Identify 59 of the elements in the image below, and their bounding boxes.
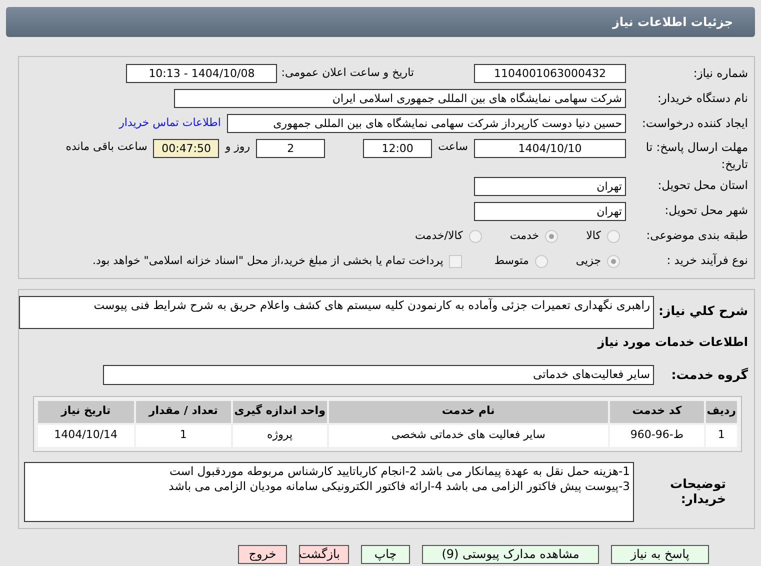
- action-button[interactable]: مشاهده مدارک پیوستی (9): [422, 544, 599, 564]
- deadline-date-field: 1404/10/10: [474, 139, 626, 158]
- field-label: ساعت باقی مانده: [66, 139, 148, 155]
- checkbox-label: پرداخت تمام یا بخشی از مبلغ خرید،از محل "اسناد خزانه اسلامی" خواهد بود.: [92, 252, 444, 269]
- deadline-time-field: 12:00: [363, 139, 432, 158]
- creator-field: حسین دنیا دوست کارپرداز شرکت سهامی نمایشگاه های بین المللی جمهوری: [227, 114, 626, 133]
- field-label: شماره نیاز:: [692, 64, 749, 82]
- option-label: کالا/خدمت: [415, 228, 463, 244]
- field-label: روز و: [225, 139, 250, 155]
- checkbox[interactable]: [449, 254, 462, 268]
- column-header: تعداد / مقدار: [136, 400, 232, 422]
- table-cell: سایر فعالیت های خدماتی شخصی: [328, 424, 608, 446]
- field-label: گروه خدمت:: [670, 366, 749, 384]
- column-header: تاریخ نیاز: [38, 400, 134, 422]
- action-button[interactable]: پاسخ به نیاز: [611, 544, 709, 564]
- field-label: توضیحات خریدار:: [669, 474, 727, 506]
- table-cell: ط-96-960: [610, 424, 704, 446]
- radio-button[interactable]: [545, 230, 558, 242]
- province-field: تهران: [474, 176, 626, 196]
- city-field: تهران: [474, 202, 626, 220]
- option-label: متوسط: [494, 252, 529, 269]
- page-title: جزئیات اطلاعات نیاز: [612, 14, 733, 31]
- field-label: تاریخ و ساعت اعلان عمومی:: [281, 65, 414, 82]
- column-header: واحد اندازه گیری: [233, 400, 327, 422]
- table-cell: 1: [706, 424, 737, 446]
- option-label: جزیی: [576, 252, 601, 269]
- table-cell: 1: [136, 424, 232, 446]
- action-button[interactable]: چاپ: [361, 544, 410, 564]
- column-header: ردیف: [706, 400, 737, 422]
- section-heading: اطلاعات خدمات مورد نیاز: [596, 334, 749, 351]
- field-label: استان محل تحویل:: [656, 177, 749, 194]
- option-label: خدمت: [510, 228, 540, 244]
- service-group-field: سایر فعالیت‌های خدماتی: [103, 365, 654, 385]
- field-label: شرح کلي نیاز:: [658, 302, 749, 320]
- table-cell: پروژه: [233, 424, 327, 446]
- notes-box: 1-هزینه حمل نقل به عهدة پیمانکار می باشد 2-انجام کارباتایید کارشناس مربوطه موردقبول است 3-پیوست پیش فاکتور الزامی می باشد 4-ارائه فاکتور الکترونیکی سامانه مودیان الزامی می باشد: [24, 462, 634, 522]
- days-field: 2: [256, 139, 326, 158]
- radio-button[interactable]: [468, 230, 482, 242]
- summary-box: راهبری نگهداری تعمیرات جزئی وآماده به کارنمودن کلیه سیستم های کشف واعلام حریق به شرح شرایط فنی پیوست: [19, 296, 654, 328]
- radio-button[interactable]: [607, 230, 620, 242]
- field-label: شهر محل تحویل:: [664, 202, 749, 220]
- field-label: نام دستگاه خریدار:: [656, 90, 749, 107]
- field-label: ایجاد کننده درخواست:: [641, 114, 749, 132]
- field-label: طبقه بندی موضوعی:: [645, 227, 749, 244]
- field-label: مهلت ارسال پاسخ: تا تاریخ:: [644, 139, 749, 174]
- buyer-field: شرکت سهامی نمایشگاه های بین المللی جمهوری اسلامی ایران: [174, 89, 626, 108]
- radio-button[interactable]: [607, 254, 620, 268]
- column-header: کد خدمت: [610, 400, 704, 422]
- column-header: نام خدمت: [328, 400, 608, 422]
- contact-link[interactable]: اطلاعات تماس خریدار: [119, 115, 221, 132]
- table-cell: 1404/10/14: [38, 424, 134, 446]
- announce-date-field: 1404/10/08 - 10:13: [126, 64, 278, 83]
- option-label: کالا: [586, 228, 601, 244]
- radio-button[interactable]: [534, 254, 548, 268]
- action-button[interactable]: خروج: [238, 544, 287, 564]
- field-label: ساعت: [438, 139, 468, 155]
- need-number-field: 1104001063000432: [474, 64, 626, 83]
- remaining-time-field: 00:47:50: [153, 139, 220, 158]
- field-label: نوع فرآیند خرید :: [666, 252, 749, 270]
